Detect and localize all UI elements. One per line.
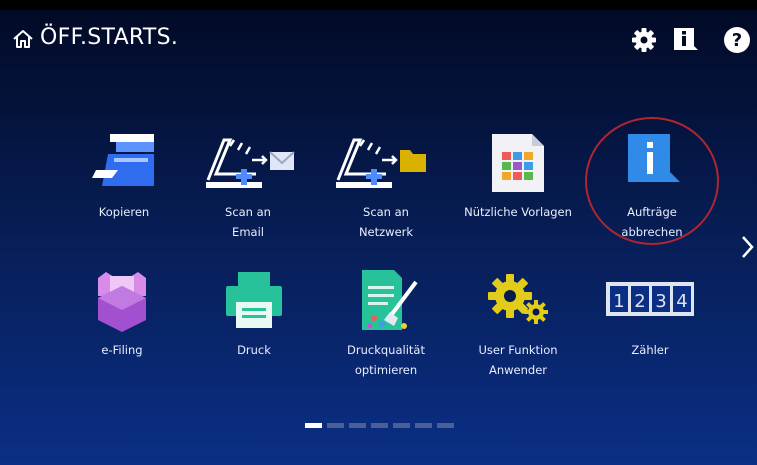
- page-dot[interactable]: [437, 423, 454, 428]
- page-dot[interactable]: [415, 423, 432, 428]
- home-screen: ÖFF.STARTS. ? Kopieren Scan an Email Sca…: [0, 10, 757, 465]
- page-dot[interactable]: [305, 423, 322, 428]
- help-icon[interactable]: ?: [723, 26, 751, 54]
- counter-icon: 1 2 3 4: [606, 282, 694, 316]
- tile-label: Scan an Email: [225, 205, 271, 239]
- tile-kopieren[interactable]: Kopieren: [64, 130, 184, 250]
- page-dot[interactable]: [327, 423, 344, 428]
- chevron-right-icon[interactable]: [738, 232, 756, 262]
- tile-druckqualitaet[interactable]: Druckqualität optimieren: [326, 268, 446, 388]
- user-function-icon: [488, 274, 548, 324]
- tile-label: Zähler: [631, 343, 669, 357]
- tile-e-filing[interactable]: e-Filing: [62, 268, 182, 388]
- gear-icon[interactable]: [630, 26, 658, 54]
- page-dot[interactable]: [393, 423, 410, 428]
- tile-label: Nützliche Vorlagen: [464, 205, 572, 219]
- tile-scan-netzwerk[interactable]: Scan an Netzwerk: [326, 130, 446, 250]
- tile-scan-email[interactable]: Scan an Email: [188, 130, 308, 250]
- scan-network-icon: [336, 138, 426, 188]
- tile-zaehler[interactable]: 1 2 3 4 Zähler: [590, 268, 710, 388]
- page-title: ÖFF.STARTS.: [40, 25, 179, 50]
- svg-text:?: ?: [732, 30, 742, 51]
- header-bar: ÖFF.STARTS. ?: [0, 10, 757, 70]
- cancel-job-icon: [628, 134, 680, 182]
- efiling-icon: [98, 272, 146, 332]
- tile-label: Kopieren: [98, 205, 150, 219]
- tile-label: e-Filing: [101, 343, 143, 357]
- print-icon: [226, 272, 282, 328]
- tile-user-funktion[interactable]: User Funktion Anwender: [458, 268, 578, 388]
- page-dot[interactable]: [349, 423, 366, 428]
- scan-email-icon: [206, 138, 295, 188]
- tile-label: Scan an Netzwerk: [358, 205, 414, 239]
- page-dot[interactable]: [371, 423, 388, 428]
- home-icon[interactable]: [12, 28, 34, 50]
- tile-nuetzliche-vorlagen[interactable]: Nützliche Vorlagen: [458, 130, 578, 250]
- svg-text:4: 4: [676, 291, 687, 312]
- template-icon: [492, 134, 544, 192]
- svg-text:2: 2: [634, 291, 645, 312]
- page-indicator: [305, 423, 454, 429]
- quality-icon: [362, 270, 418, 330]
- tile-label: Aufträge abbrechen: [621, 205, 683, 239]
- svg-text:3: 3: [655, 291, 666, 312]
- tile-druck[interactable]: Druck: [194, 268, 314, 388]
- tile-auftraege-abbrechen[interactable]: Aufträge abbrechen: [592, 130, 712, 250]
- copy-icon: [92, 134, 154, 186]
- info-icon[interactable]: [672, 26, 700, 54]
- tile-label: Druck: [237, 343, 271, 357]
- tile-label: User Funktion Anwender: [478, 343, 558, 377]
- tile-label: Druckqualität optimieren: [347, 343, 425, 377]
- svg-text:1: 1: [613, 291, 624, 312]
